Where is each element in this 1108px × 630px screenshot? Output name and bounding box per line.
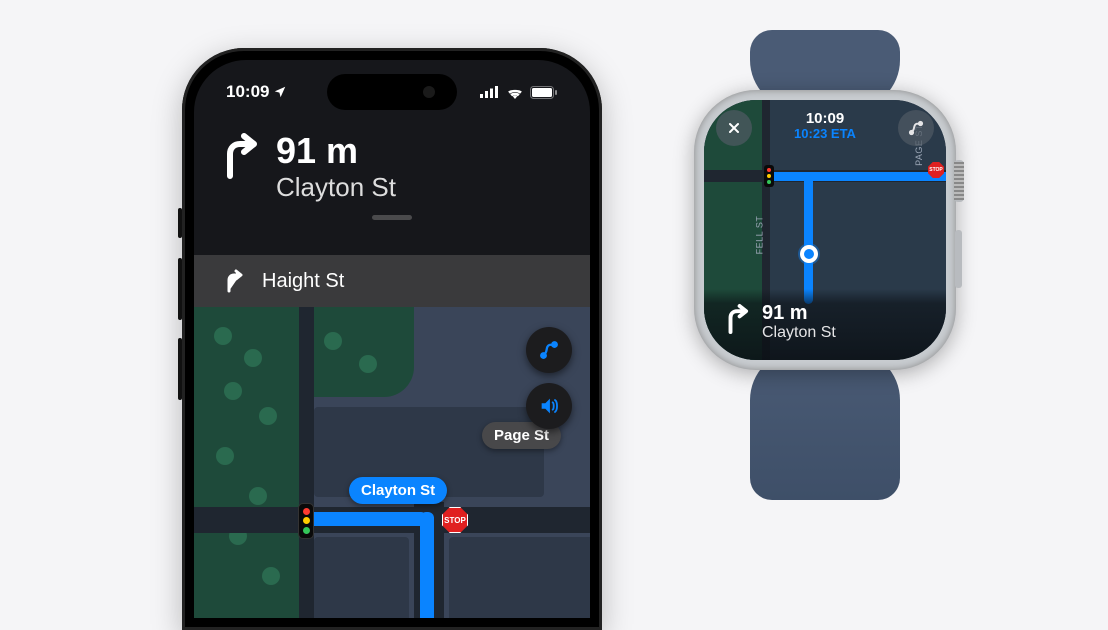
nav-distance: 91 m bbox=[276, 132, 396, 170]
route-street-label: Clayton St bbox=[349, 477, 447, 504]
location-icon bbox=[273, 85, 287, 99]
wifi-icon bbox=[506, 86, 524, 99]
mute-switch[interactable] bbox=[178, 208, 182, 238]
traffic-light-icon bbox=[298, 503, 314, 539]
map-view[interactable]: /*trees placeholder*/ Clayton St Page St… bbox=[194, 307, 590, 618]
apple-watch-device: STOP FELL ST PAGE ST 10:09 10:23 ETA bbox=[680, 30, 970, 500]
current-location-dot bbox=[800, 245, 818, 263]
iphone-screen: 10:09 91 m Clayton St bbox=[194, 60, 590, 618]
watch-distance: 91 m bbox=[762, 303, 836, 324]
status-time: 10:09 bbox=[226, 82, 269, 102]
close-button[interactable] bbox=[716, 110, 752, 146]
drag-handle[interactable] bbox=[372, 215, 412, 220]
street-label: FELL ST bbox=[754, 216, 764, 255]
watch-eta: 10:23 ETA bbox=[794, 127, 856, 142]
dynamic-island[interactable] bbox=[327, 74, 457, 110]
watch-nav-banner[interactable]: 91 m Clayton St bbox=[704, 289, 946, 360]
cellular-icon bbox=[480, 86, 500, 98]
watch-case: STOP FELL ST PAGE ST 10:09 10:23 ETA bbox=[694, 90, 956, 370]
turn-right-icon bbox=[724, 303, 750, 335]
battery-icon bbox=[530, 86, 558, 99]
watch-time: 10:09 bbox=[794, 110, 856, 127]
next-turn-row[interactable]: Haight St bbox=[194, 255, 590, 307]
watch-street: Clayton St bbox=[762, 324, 836, 342]
stop-sign-icon: STOP bbox=[928, 162, 944, 178]
route-overview-button[interactable] bbox=[526, 327, 572, 373]
volume-up-button[interactable] bbox=[178, 258, 182, 320]
watch-band bbox=[750, 350, 900, 500]
iphone-device-frame: 10:09 91 m Clayton St bbox=[182, 48, 602, 630]
next-street: Haight St bbox=[262, 270, 344, 293]
digital-crown[interactable] bbox=[954, 160, 964, 202]
side-button[interactable] bbox=[955, 230, 962, 288]
volume-down-button[interactable] bbox=[178, 338, 182, 400]
watch-screen: STOP FELL ST PAGE ST 10:09 10:23 ETA bbox=[704, 100, 946, 360]
traffic-light-icon bbox=[764, 165, 774, 187]
route-overview-button[interactable] bbox=[898, 110, 934, 146]
turn-right-icon bbox=[224, 269, 244, 293]
nav-street: Clayton St bbox=[276, 172, 396, 203]
turn-right-icon bbox=[220, 132, 260, 185]
navigation-banner[interactable]: 91 m Clayton St bbox=[194, 114, 590, 230]
audio-button[interactable] bbox=[526, 383, 572, 429]
